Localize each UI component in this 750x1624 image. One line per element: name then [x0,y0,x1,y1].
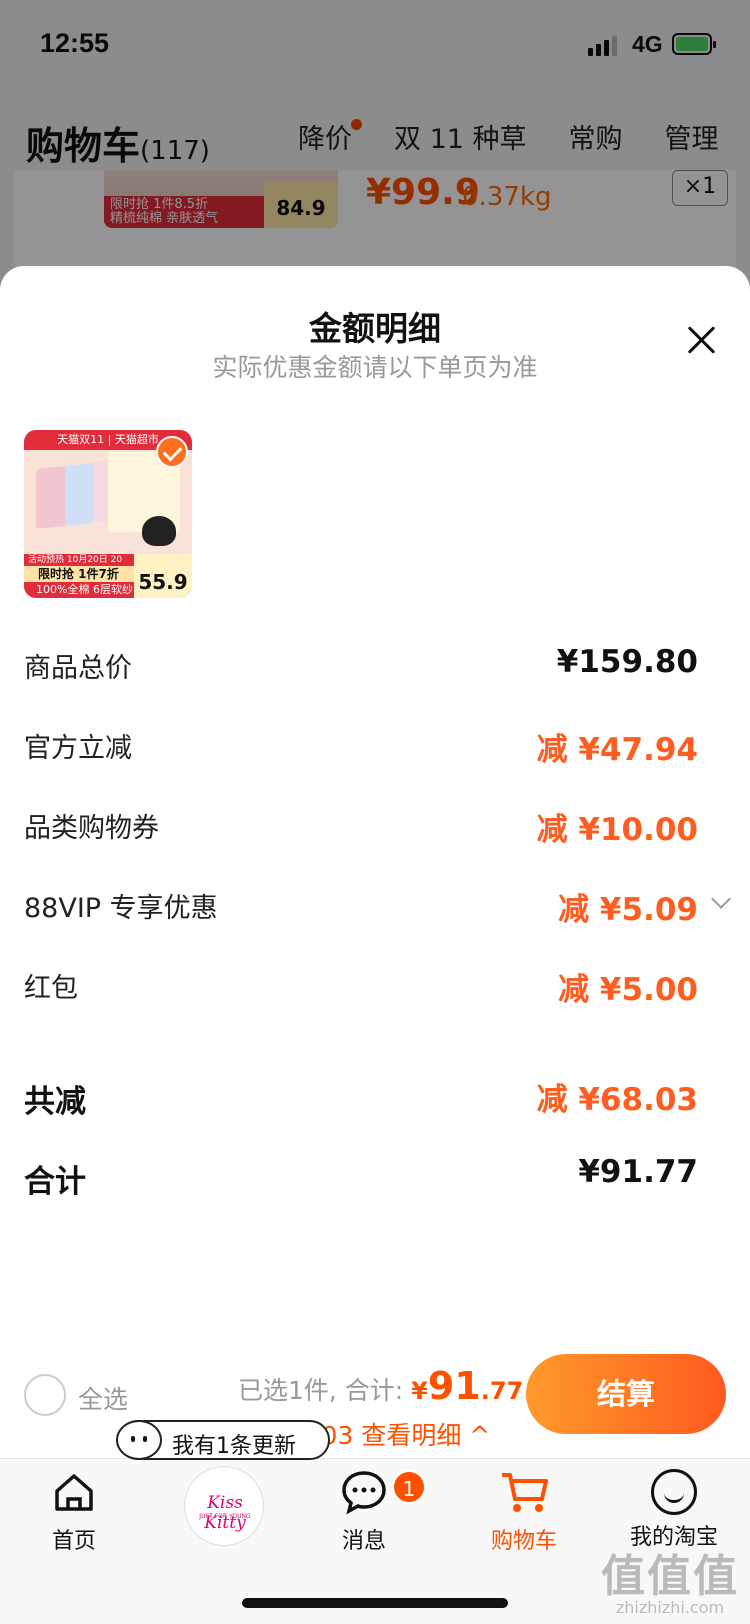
sheet-title: 金额明细 [309,309,441,348]
row-value: 减 ¥68.03 [536,1082,698,1118]
tab-messages-label: 消息 [341,1529,386,1554]
watermark: 值值值 zhizhizhi.com [600,1540,740,1617]
row-label: 共减 [24,1084,86,1120]
update-bubble[interactable]: 我有1条更新 [116,1420,330,1460]
tab-home[interactable]: 首页 [14,1469,134,1555]
row-value: ¥91.77 [578,1154,698,1190]
tab-cart[interactable]: 购物车 [464,1469,584,1555]
select-all-checkbox[interactable] [24,1374,66,1416]
row-total-price: 商品总价 ¥159.80 [0,638,750,688]
row-label: 88VIP 专享优惠 [24,893,218,924]
row-88vip-discount[interactable]: 88VIP 专享优惠 减 ¥5.09 [0,878,750,928]
checkout-button[interactable]: 结算 [526,1354,726,1434]
row-value: 减 ¥47.94 [536,732,698,768]
product-promo-line1: 活动预热 10月20日 20点-22日 [24,554,134,577]
row-red-packet: 红包 减 ¥5.00 [0,958,750,1008]
row-label: 红包 [24,973,78,1004]
mascot-face-icon [116,1420,162,1460]
product-promo-price: 55.9 [134,554,192,598]
kiss-kitty-logo[interactable]: Kiss Kitty JUST FOR YOUNG [184,1466,264,1546]
tab-cart-label: 购物车 [490,1529,557,1554]
row-total-discount: 共减 减 ¥68.03 [0,1068,750,1120]
product-promo-line3: 100%全棉 6层软纱 [24,582,134,598]
row-value: 减 ¥5.09 [558,892,698,928]
cart-icon [502,1473,548,1512]
product-thumbnail[interactable]: 天猫双11 | 天猫超市 活动预热 10月20日 20点-22日 限时抢 1件7… [24,430,192,598]
message-icon [342,1471,386,1515]
row-value: 减 ¥5.00 [558,972,698,1008]
watermark-sub: zhizhizhi.com [615,1598,725,1617]
chevron-down-icon[interactable] [711,889,731,909]
checkout-bar: 全选 已选1件, 合计: ¥91.77 共减 ¥ 68.03 查看明细 ^ 结算 [0,1350,750,1460]
tab-my-taobao[interactable]: 我的淘宝 [614,1469,734,1551]
currency-symbol: ¥ [411,1377,428,1405]
kiss-kitty-logo-sub: JUST FOR YOUNG [199,1513,251,1520]
sheet-subtitle: 实际优惠金额请以下单页为准 [212,353,538,382]
watermark-main: 值值值 [601,1551,739,1602]
row-label: 品类购物券 [24,813,159,844]
total-integer: 91 [427,1364,481,1408]
row-label: 官方立减 [24,733,132,764]
checkout-summary: 已选1件, 合计: ¥91.77 [238,1364,523,1408]
checkout-total: ¥91.77 [411,1364,523,1408]
row-category-coupon: 品类购物券 减 ¥10.00 [0,798,750,848]
selected-count-text: 已选1件, 合计: [238,1376,412,1405]
close-icon[interactable] [684,322,720,358]
tmall-cat-icon [142,516,176,546]
update-bubble-text: 我有1条更新 [172,1434,296,1459]
home-indicator[interactable] [242,1598,508,1608]
check-icon[interactable] [156,436,188,468]
row-value: ¥159.80 [556,644,698,680]
home-icon [55,1474,93,1511]
total-decimal: .77 [480,1377,524,1405]
row-label: 合计 [24,1164,86,1200]
select-all-label[interactable]: 全选 [78,1380,128,1416]
row-official-discount: 官方立减 减 ¥47.94 [0,718,750,768]
tab-home-label: 首页 [51,1529,96,1554]
product-promo-line2: 限时抢 1件7折 [24,566,134,582]
row-grand-total: 合计 ¥91.77 [0,1148,750,1200]
message-badge: 1 [392,1470,426,1504]
smile-icon [651,1469,697,1515]
row-value: 减 ¥10.00 [536,812,698,848]
row-label: 商品总价 [24,653,132,684]
